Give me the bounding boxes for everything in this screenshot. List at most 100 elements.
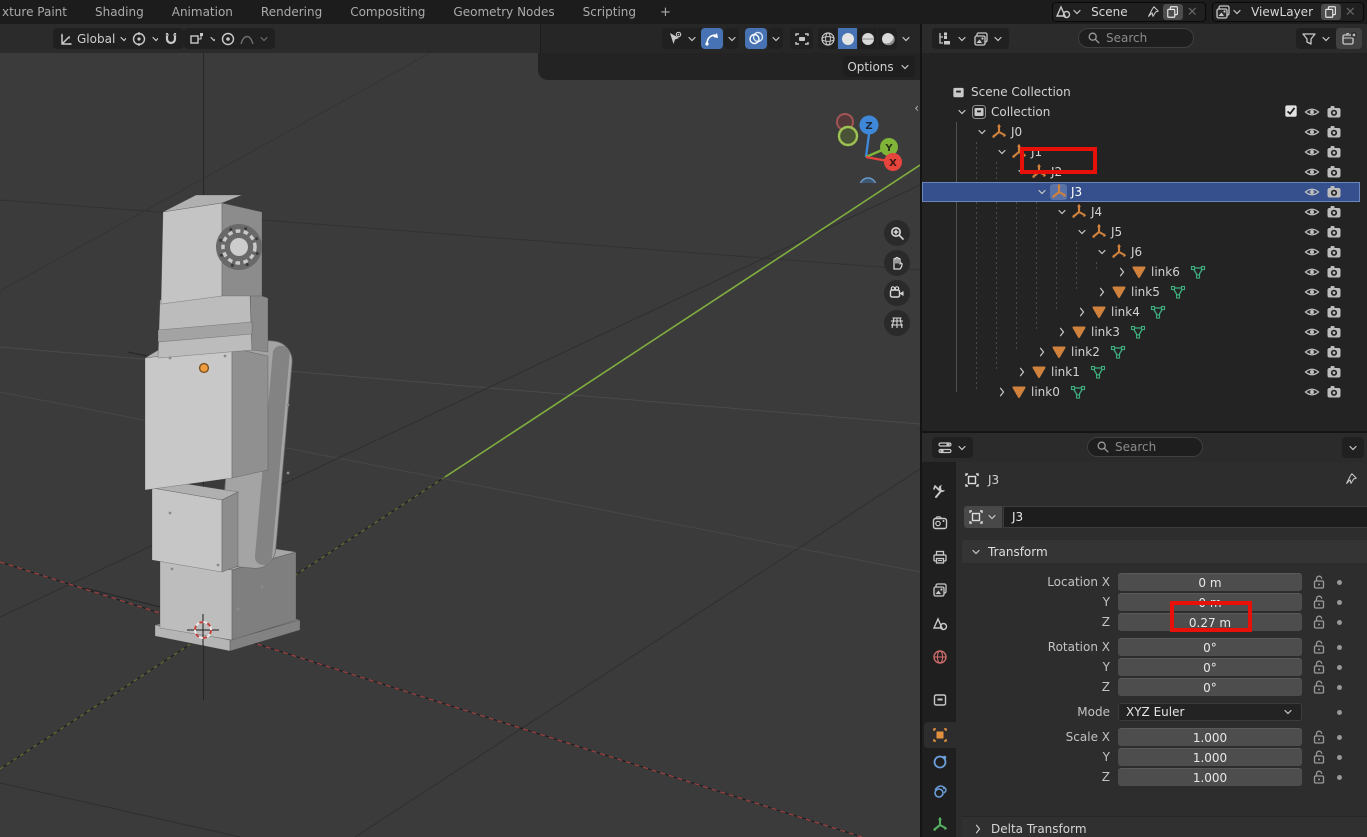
disable-in-renders-toggle-camera-icon[interactable] bbox=[1326, 304, 1342, 320]
outliner-item-label[interactable]: J4 bbox=[1091, 205, 1102, 219]
expand-icon[interactable] bbox=[993, 386, 1010, 398]
outliner-row-link6[interactable]: link6 bbox=[922, 262, 1360, 282]
expand-icon[interactable] bbox=[1093, 286, 1110, 298]
pan-hand-button[interactable] bbox=[884, 250, 910, 276]
transform-value-field[interactable]: 0° bbox=[1118, 678, 1302, 696]
pin-id-button[interactable] bbox=[1344, 472, 1358, 486]
hide-in-viewport-toggle-eye-icon[interactable] bbox=[1304, 204, 1320, 220]
disable-in-renders-toggle-camera-icon[interactable] bbox=[1326, 324, 1342, 340]
unlink-scene-button[interactable] bbox=[1183, 4, 1203, 20]
breadcrumb-object-name[interactable]: J3 bbox=[988, 473, 999, 487]
hide-in-viewport-toggle-eye-icon[interactable] bbox=[1304, 344, 1320, 360]
hide-in-viewport-toggle-eye-icon[interactable] bbox=[1304, 304, 1320, 320]
gizmos-dropdown[interactable] bbox=[724, 28, 739, 49]
outliner-item-label[interactable]: link3 bbox=[1091, 325, 1120, 339]
disable-in-renders-toggle-camera-icon[interactable] bbox=[1326, 124, 1342, 140]
animate-property-dot[interactable] bbox=[1337, 685, 1342, 690]
outliner-item-label[interactable]: link5 bbox=[1131, 285, 1160, 299]
transform-orientation-dropdown[interactable]: Global bbox=[53, 28, 135, 49]
hide-in-viewport-toggle-eye-icon[interactable] bbox=[1304, 104, 1320, 120]
outliner-item-label[interactable]: J5 bbox=[1111, 225, 1122, 239]
add-workspace-button[interactable]: + bbox=[650, 5, 681, 20]
workspace-tab-xture-paint[interactable]: xture Paint bbox=[0, 0, 81, 24]
disable-in-renders-toggle-camera-icon[interactable] bbox=[1326, 384, 1342, 400]
properties-tab-object[interactable] bbox=[924, 722, 956, 748]
animate-property-dot[interactable] bbox=[1337, 580, 1342, 585]
hide-in-viewport-toggle-eye-icon[interactable] bbox=[1304, 144, 1320, 160]
animate-property-dot[interactable] bbox=[1337, 755, 1342, 760]
hide-in-viewport-toggle-eye-icon[interactable] bbox=[1304, 264, 1320, 280]
lock-icon[interactable] bbox=[1311, 749, 1325, 765]
hide-in-viewport-toggle-eye-icon[interactable] bbox=[1304, 284, 1320, 300]
collapse-icon[interactable] bbox=[1093, 246, 1110, 258]
disable-in-renders-toggle-camera-icon[interactable] bbox=[1326, 164, 1342, 180]
outliner-row-j5[interactable]: J5 bbox=[922, 222, 1360, 242]
shading-rendered-button[interactable] bbox=[878, 28, 897, 49]
object-type-dropdown[interactable] bbox=[964, 506, 1002, 528]
properties-tab-constraints[interactable] bbox=[924, 749, 956, 775]
zoom-button[interactable] bbox=[884, 220, 910, 246]
display-mode-dropdown[interactable] bbox=[968, 28, 1009, 49]
hide-in-viewport-toggle-eye-icon[interactable] bbox=[1304, 224, 1320, 240]
lock-icon[interactable] bbox=[1311, 729, 1325, 745]
disable-in-renders-toggle-camera-icon[interactable] bbox=[1326, 204, 1342, 220]
expand-icon[interactable] bbox=[1033, 346, 1050, 358]
disable-in-renders-toggle-camera-icon[interactable] bbox=[1326, 224, 1342, 240]
animate-property-dot[interactable] bbox=[1337, 665, 1342, 670]
animate-property-dot[interactable] bbox=[1337, 645, 1342, 650]
properties-search-input[interactable]: Search bbox=[1087, 437, 1203, 457]
remove-view-layer-button[interactable] bbox=[1341, 4, 1361, 20]
lock-icon[interactable] bbox=[1311, 614, 1325, 630]
delta-transform-panel-header[interactable]: Delta Transform bbox=[962, 816, 1367, 837]
animate-property-dot[interactable] bbox=[1337, 735, 1342, 740]
properties-tab-output[interactable] bbox=[924, 544, 956, 570]
duplicate-scene-button[interactable] bbox=[1163, 4, 1183, 20]
properties-tab-collection[interactable] bbox=[924, 687, 956, 713]
properties-tab-render[interactable] bbox=[924, 510, 956, 536]
outliner-row-link3[interactable]: link3 bbox=[922, 322, 1360, 342]
navigation-gizmo-axes[interactable]: Z Y X bbox=[820, 83, 920, 183]
gizmos-toggle[interactable] bbox=[701, 28, 723, 49]
shading-wireframe-button[interactable] bbox=[818, 28, 837, 49]
properties-tab-view-layer[interactable] bbox=[924, 577, 956, 603]
editor-type-dropdown[interactable] bbox=[932, 437, 973, 458]
view-layer-name[interactable]: ViewLayer bbox=[1243, 5, 1321, 19]
editor-type-dropdown[interactable] bbox=[932, 28, 973, 49]
disable-in-renders-toggle-camera-icon[interactable] bbox=[1326, 184, 1342, 200]
shading-solid-button[interactable] bbox=[838, 28, 857, 49]
outliner-row-j2[interactable]: J2 bbox=[922, 162, 1360, 182]
animate-property-dot[interactable] bbox=[1337, 620, 1342, 625]
show-gizmo-dropdown[interactable] bbox=[662, 28, 703, 49]
disable-in-renders-toggle-camera-icon[interactable] bbox=[1326, 264, 1342, 280]
outliner-row-link0[interactable]: link0 bbox=[922, 382, 1360, 402]
overlays-toggle[interactable] bbox=[745, 28, 767, 49]
outliner-item-label[interactable]: link1 bbox=[1051, 365, 1080, 379]
view-layer-selector[interactable]: ViewLayer bbox=[1212, 2, 1364, 22]
lock-icon[interactable] bbox=[1311, 679, 1325, 695]
outliner-row-link1[interactable]: link1 bbox=[922, 362, 1360, 382]
outliner-row-j3[interactable]: J3 bbox=[922, 182, 1360, 202]
hide-in-viewport-toggle-eye-icon[interactable] bbox=[1304, 364, 1320, 380]
workspace-tab-rendering[interactable]: Rendering bbox=[247, 0, 336, 24]
workspace-tab-shading[interactable]: Shading bbox=[81, 0, 158, 24]
properties-tab-scene[interactable] bbox=[924, 611, 956, 637]
outliner-row-link2[interactable]: link2 bbox=[922, 342, 1360, 362]
animate-property-dot[interactable] bbox=[1337, 600, 1342, 605]
scene-selector[interactable]: Scene bbox=[1052, 2, 1206, 22]
collapse-icon[interactable] bbox=[1033, 186, 1050, 198]
pin-icon[interactable] bbox=[1143, 4, 1163, 20]
animate-property-dot[interactable] bbox=[1337, 775, 1342, 780]
expand-icon[interactable] bbox=[1073, 306, 1090, 318]
viewport-3d[interactable]: Options Z Y X ‹ bbox=[0, 53, 920, 837]
transform-value-field[interactable]: 0° bbox=[1118, 638, 1302, 656]
hide-in-viewport-toggle-eye-icon[interactable] bbox=[1304, 244, 1320, 260]
transform-value-field[interactable]: 0° bbox=[1118, 658, 1302, 676]
object-name-input[interactable]: J3 bbox=[1003, 506, 1367, 528]
transform-value-field[interactable]: 0 m bbox=[1118, 573, 1302, 591]
hide-in-viewport-toggle-eye-icon[interactable] bbox=[1304, 164, 1320, 180]
overlays-dropdown[interactable] bbox=[768, 28, 783, 49]
transform-value-field[interactable]: 1.000 bbox=[1118, 748, 1302, 766]
lock-icon[interactable] bbox=[1311, 639, 1325, 655]
properties-options-dropdown[interactable] bbox=[1342, 437, 1364, 458]
hide-in-viewport-toggle-eye-icon[interactable] bbox=[1304, 124, 1320, 140]
